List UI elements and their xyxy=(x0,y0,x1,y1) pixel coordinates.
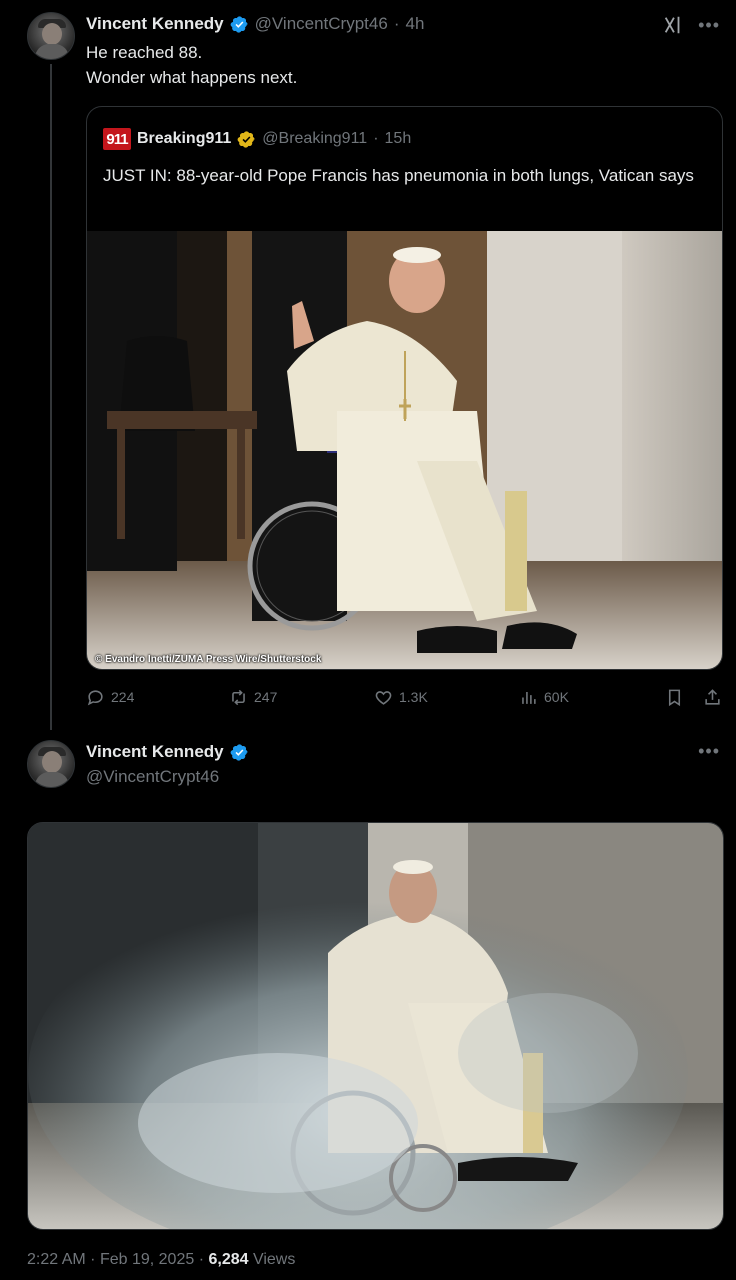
separator-dot: · xyxy=(373,130,379,147)
views-icon xyxy=(522,691,536,704)
quoted-tweet-image[interactable]: © Evandro Inetti/ZUMA Press Wire/Shutter… xyxy=(87,231,722,669)
quoted-tweet-text: JUST IN: 88-year-old Pope Francis has pn… xyxy=(103,166,694,185)
pope-wheelchair-photo xyxy=(87,231,722,669)
footer-date[interactable]: Feb 19, 2025 xyxy=(100,1251,194,1268)
separator-dot: · xyxy=(90,1251,100,1268)
quoted-timestamp: 15h xyxy=(384,130,412,147)
quoted-author-name: Breaking911 xyxy=(137,130,232,147)
tweet-top-actions: ••• xyxy=(662,14,720,36)
avatar[interactable] xyxy=(27,12,75,60)
like-count: 1.3K xyxy=(399,689,428,705)
reply-button[interactable]: 224 xyxy=(86,688,134,707)
footer-views-count: 6,284 xyxy=(208,1251,249,1268)
thread-connector-line xyxy=(50,64,52,730)
reply-avatar[interactable] xyxy=(27,740,75,788)
repost-button[interactable]: 247 xyxy=(229,688,277,707)
separator-dot: · xyxy=(198,1251,209,1268)
footer-views-label: Views xyxy=(252,1251,296,1268)
views-count: 60K xyxy=(544,689,569,705)
quoted-tweet-card[interactable]: 911 Breaking911 @Breaking911 · 15h JUST … xyxy=(86,106,723,670)
tweet-text-line: Wonder what happens next. xyxy=(86,68,298,87)
repost-icon xyxy=(232,689,245,705)
author-name[interactable]: Vincent Kennedy xyxy=(86,14,224,34)
separator-dot: · xyxy=(393,14,400,33)
pope-smoke-wheelchair-image xyxy=(28,823,723,1229)
more-icon[interactable]: ••• xyxy=(698,742,720,760)
reply-handle-row: @VincentCrypt46 xyxy=(86,767,219,787)
share-icon xyxy=(705,688,720,705)
tweet-header: Vincent Kennedy @VincentCrypt46 · 4h xyxy=(86,14,424,34)
gold-verified-badge-icon xyxy=(237,130,255,148)
tweet-text: He reached 88. Wonder what happens next. xyxy=(86,40,297,90)
breaking911-logo: 911 xyxy=(103,128,131,150)
tweet-footer: 2:22 AM · Feb 19, 2025 · 6,284 Views xyxy=(27,1251,295,1269)
reply-count: 224 xyxy=(111,689,135,705)
bookmark-icon xyxy=(668,689,681,706)
verified-badge-icon xyxy=(230,743,248,761)
reply-icon xyxy=(87,689,103,705)
bookmark-button[interactable] xyxy=(665,688,684,707)
reply-media-image[interactable] xyxy=(27,822,724,1230)
like-button[interactable]: 1.3K xyxy=(374,688,428,707)
tweet-text-line: He reached 88. xyxy=(86,43,203,62)
footer-time[interactable]: 2:22 AM xyxy=(27,1251,86,1268)
more-icon[interactable]: ••• xyxy=(698,16,720,34)
reply-author-name[interactable]: Vincent Kennedy xyxy=(86,742,224,762)
reply-header: Vincent Kennedy xyxy=(86,742,249,762)
image-credit: © Evandro Inetti/ZUMA Press Wire/Shutter… xyxy=(95,654,322,665)
like-icon xyxy=(375,690,392,705)
quoted-tweet-header: 911 Breaking911 @Breaking911 · 15h xyxy=(103,128,411,150)
tweet-action-bar: 224 247 1.3K 60K xyxy=(86,684,726,710)
repost-count: 247 xyxy=(254,689,278,705)
verified-badge-icon xyxy=(230,15,248,33)
views-button[interactable]: 60K xyxy=(519,688,569,707)
author-handle[interactable]: @VincentCrypt46 xyxy=(255,14,388,34)
quoted-author-handle: @Breaking911 xyxy=(262,130,368,147)
grok-icon[interactable] xyxy=(662,14,684,36)
reply-author-handle[interactable]: @VincentCrypt46 xyxy=(86,767,219,787)
share-button[interactable] xyxy=(703,688,722,707)
timestamp[interactable]: 4h xyxy=(405,14,424,34)
